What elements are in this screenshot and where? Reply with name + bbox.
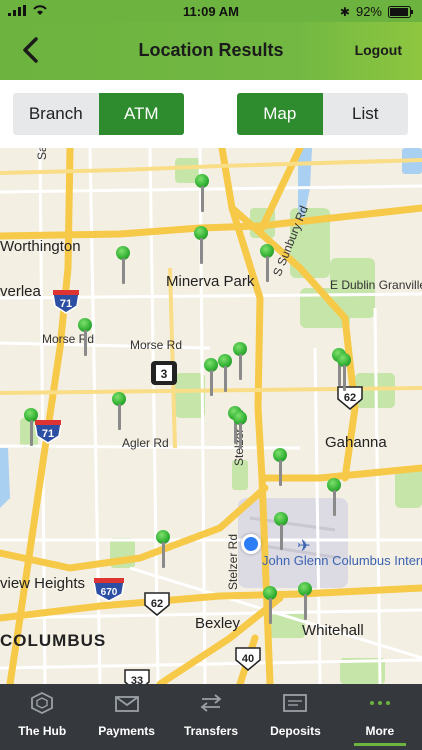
label-morse-rd: Morse Rd xyxy=(130,338,183,352)
list-view-option[interactable]: List xyxy=(323,93,409,135)
branch-option[interactable]: Branch xyxy=(13,93,99,135)
filter-controls: Branch ATM Map List xyxy=(0,80,422,148)
interstate-71-north-shield: 71 xyxy=(52,290,80,314)
map-view-option[interactable]: Map xyxy=(237,93,323,135)
svg-text:670: 670 xyxy=(101,587,118,598)
label-e-dublin-granville: E Dublin Granville xyxy=(330,278,422,292)
atm-pin[interactable] xyxy=(204,358,218,398)
atm-pin[interactable] xyxy=(273,448,287,488)
atm-pin[interactable] xyxy=(194,226,208,266)
atm-pin[interactable] xyxy=(263,586,277,626)
interstate-670-shield: 670 xyxy=(93,578,125,602)
tab-the-hub[interactable]: The Hub xyxy=(0,684,84,750)
atm-pin[interactable] xyxy=(233,411,247,451)
ohio-3-shield: 3 xyxy=(151,361,177,385)
label-agler-rd: Agler Rd xyxy=(122,436,169,450)
label-overlea: verlea xyxy=(0,283,41,300)
atm-pin[interactable] xyxy=(233,342,247,382)
active-tab-indicator xyxy=(353,743,407,746)
svg-text:33: 33 xyxy=(131,675,143,684)
svg-text:71: 71 xyxy=(42,428,54,440)
svg-text:62: 62 xyxy=(151,598,163,610)
envelope-icon xyxy=(114,696,139,712)
us-62-south-shield: 62 xyxy=(144,592,170,616)
label-sanc: Sanc xyxy=(35,148,49,160)
us-33-shield: 33 xyxy=(124,669,150,684)
battery-percent: 92% xyxy=(355,4,382,19)
tab-transfers[interactable]: Transfers xyxy=(169,684,253,750)
tab-label: More xyxy=(365,724,395,738)
tab-label: Payments xyxy=(98,724,155,738)
atm-pin[interactable] xyxy=(195,174,209,214)
location-type-toggle: Branch ATM xyxy=(13,93,184,135)
label-bexley: Bexley xyxy=(195,615,241,632)
label-minerva-park: Minerva Park xyxy=(166,273,255,290)
tab-more[interactable]: More xyxy=(338,684,422,750)
tab-payments[interactable]: Payments xyxy=(84,684,168,750)
svg-text:40: 40 xyxy=(242,653,254,665)
atm-pin[interactable] xyxy=(218,354,232,394)
atm-pin[interactable] xyxy=(156,530,170,570)
atm-pin[interactable] xyxy=(274,512,288,552)
atm-pin[interactable] xyxy=(298,582,312,622)
label-whitehall: Whitehall xyxy=(302,622,364,639)
airport-name: John Glenn Columbus International Airpor… xyxy=(262,553,422,568)
tab-label: Deposits xyxy=(270,724,321,738)
hexagon-icon xyxy=(31,692,54,714)
transfer-arrows-icon xyxy=(200,694,222,712)
label-gahanna: Gahanna xyxy=(325,434,387,451)
status-bar: 11:09 AM ✱ 92% xyxy=(0,0,422,22)
label-worthington: Worthington xyxy=(0,238,81,255)
atm-pin[interactable] xyxy=(260,244,274,284)
svg-text:3: 3 xyxy=(161,367,168,381)
check-deposit-icon xyxy=(283,694,308,712)
atm-pin[interactable] xyxy=(78,318,92,358)
current-location-marker xyxy=(241,534,261,554)
app-header: Location Results Logout xyxy=(0,22,422,80)
label-stelzer-rd-south: Stelzer Rd xyxy=(226,533,240,590)
atm-pin[interactable] xyxy=(24,408,38,448)
status-right: ✱ 92% xyxy=(340,4,414,19)
map-base xyxy=(0,148,422,684)
us-40-shield: 40 xyxy=(235,647,261,671)
atm-pin[interactable] xyxy=(327,478,341,518)
tab-label: The Hub xyxy=(18,724,67,738)
atm-option[interactable]: ATM xyxy=(98,93,184,135)
atm-pin[interactable] xyxy=(112,392,126,432)
svg-text:71: 71 xyxy=(60,298,72,310)
bluetooth-icon: ✱ xyxy=(339,4,350,19)
logout-button[interactable]: Logout xyxy=(355,42,402,58)
atm-pin[interactable] xyxy=(116,246,130,286)
bottom-tab-bar: The Hub Payments Transfers Deposits More xyxy=(0,684,422,750)
svg-text:62: 62 xyxy=(344,392,356,404)
label-view-heights: view Heights xyxy=(0,575,86,592)
more-dots-icon xyxy=(369,701,390,705)
battery-icon xyxy=(388,5,413,18)
tab-deposits[interactable]: Deposits xyxy=(253,684,337,750)
view-mode-toggle: Map List xyxy=(237,93,408,135)
atm-pin[interactable] xyxy=(337,353,351,393)
label-columbus: COLUMBUS xyxy=(0,631,107,650)
tab-label: Transfers xyxy=(184,724,239,738)
map-view[interactable]: Worthington verlea Sanc Minerva Park Mor… xyxy=(0,148,422,684)
